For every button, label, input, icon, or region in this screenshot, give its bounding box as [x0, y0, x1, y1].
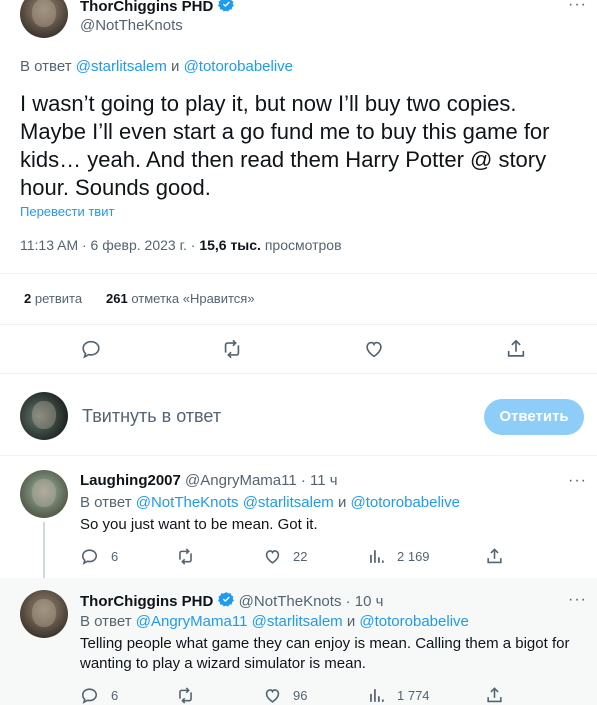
like-icon[interactable]: [263, 686, 282, 705]
likes-label: отметка «Нравится»: [131, 291, 255, 306]
views-label: просмотров: [260, 237, 342, 253]
mention-angrymama11[interactable]: @AngryMama11: [136, 613, 248, 630]
views-count: 2 169: [397, 549, 430, 564]
tweet-text: I wasn’t going to play it, but now I’ll …: [20, 91, 550, 200]
mention-totorobabelive[interactable]: @totorobabelive: [184, 58, 293, 75]
like-count: 22: [293, 549, 308, 564]
author-name[interactable]: ThorChiggins PHD: [80, 0, 213, 15]
reply-actions: 6 22 2 169: [80, 547, 580, 567]
mention-totorobabelive[interactable]: @totorobabelive: [351, 494, 460, 511]
views-count: 1 774: [397, 688, 430, 703]
reply-time[interactable]: 11 ч: [310, 472, 338, 489]
reply-count: 6: [111, 688, 119, 703]
like-icon[interactable]: [263, 547, 282, 566]
reply-context: В ответ @starlitsalem и @totorobabelive: [20, 58, 293, 75]
share-icon[interactable]: [485, 686, 504, 705]
reply-submit-button[interactable]: Ответить: [484, 399, 584, 435]
mention-starlitsalem[interactable]: @starlitsalem: [252, 613, 343, 630]
more-options-icon[interactable]: ···: [568, 0, 587, 13]
share-icon[interactable]: [485, 547, 504, 566]
reply-actions: 6 96 1 774: [80, 686, 580, 705]
tweet-time[interactable]: 11:13 AM · 6 февр. 2023 г. ·: [20, 237, 199, 253]
divider: [0, 455, 597, 456]
author-handle[interactable]: @NotTheKnots: [80, 17, 183, 34]
retweet-icon[interactable]: [176, 547, 195, 566]
reply-and: и: [171, 58, 180, 75]
reply-header: ThorChiggins PHD @NotTheKnots · 10 ч: [80, 591, 383, 612]
reply-time[interactable]: 10 ч: [355, 593, 384, 610]
thread-line: [43, 522, 45, 578]
reply-avatar[interactable]: [20, 470, 68, 518]
separator: ·: [345, 593, 351, 610]
views-icon[interactable]: [367, 547, 386, 566]
retweets-label: ретвита: [34, 291, 83, 306]
reply-prefix: В ответ: [20, 58, 72, 75]
reply-author-handle[interactable]: @NotTheKnots: [239, 593, 342, 610]
reply-prefix: В ответ: [80, 494, 132, 511]
mention-starlitsalem[interactable]: @starlitsalem: [243, 494, 334, 511]
tweet-meta: 11:13 AM · 6 февр. 2023 г. · 15,6 тыс. п…: [20, 237, 342, 253]
reply-context: В ответ @NotTheKnots @starlitsalem и @to…: [80, 494, 460, 511]
likes-stat[interactable]: 261 отметка «Нравится»: [106, 291, 255, 306]
reply-context: В ответ @AngryMama11 @starlitsalem и @to…: [80, 613, 469, 630]
share-icon[interactable]: [505, 338, 527, 360]
reply-and: и: [346, 613, 356, 630]
retweets-stat[interactable]: 2 ретвита: [24, 291, 82, 306]
reply-and: и: [337, 494, 347, 511]
views-icon[interactable]: [367, 686, 386, 705]
views-count: 15,6 тыс.: [199, 237, 261, 253]
reply-count: 6: [111, 549, 119, 564]
author-avatar[interactable]: [20, 0, 68, 38]
likes-count: 261: [106, 291, 128, 306]
reply-text: So you just want to be mean. Got it.: [80, 516, 318, 533]
reply-text: Telling people what game they can enjoy …: [80, 635, 570, 672]
retweet-icon[interactable]: [221, 338, 243, 360]
reply-author-handle[interactable]: @AngryMama11: [185, 472, 297, 489]
author-name-row[interactable]: ThorChiggins PHD: [80, 0, 235, 17]
mention-starlitsalem[interactable]: @starlitsalem: [76, 58, 167, 75]
reply-prefix: В ответ: [80, 613, 132, 630]
translate-link[interactable]: Перевести твит: [20, 204, 114, 219]
divider: [0, 373, 597, 374]
current-user-avatar[interactable]: [20, 392, 68, 440]
reply-author-name[interactable]: Laughing2007: [80, 472, 181, 489]
reply-header: Laughing2007 @AngryMama11 · 11 ч: [80, 472, 338, 489]
separator: ·: [300, 472, 306, 489]
reply-avatar[interactable]: [20, 590, 68, 638]
mention-nottheknots[interactable]: @NotTheKnots: [136, 494, 239, 511]
divider: [0, 273, 597, 274]
retweet-icon[interactable]: [176, 686, 195, 705]
like-icon[interactable]: [363, 338, 385, 360]
more-options-icon[interactable]: ···: [568, 592, 587, 608]
mention-totorobabelive[interactable]: @totorobabelive: [359, 613, 468, 630]
reply-icon[interactable]: [80, 338, 102, 360]
reply-icon[interactable]: [80, 547, 99, 566]
like-count: 96: [293, 688, 308, 703]
reply-compose-input[interactable]: Твитнуть в ответ: [82, 406, 462, 427]
verified-badge-icon: [217, 0, 235, 17]
more-options-icon[interactable]: ···: [568, 473, 587, 489]
verified-badge-icon: [217, 591, 235, 612]
retweets-count: 2: [24, 291, 32, 306]
reply-icon[interactable]: [80, 686, 99, 705]
reply-author-name[interactable]: ThorChiggins PHD: [80, 593, 213, 610]
divider: [0, 324, 597, 325]
